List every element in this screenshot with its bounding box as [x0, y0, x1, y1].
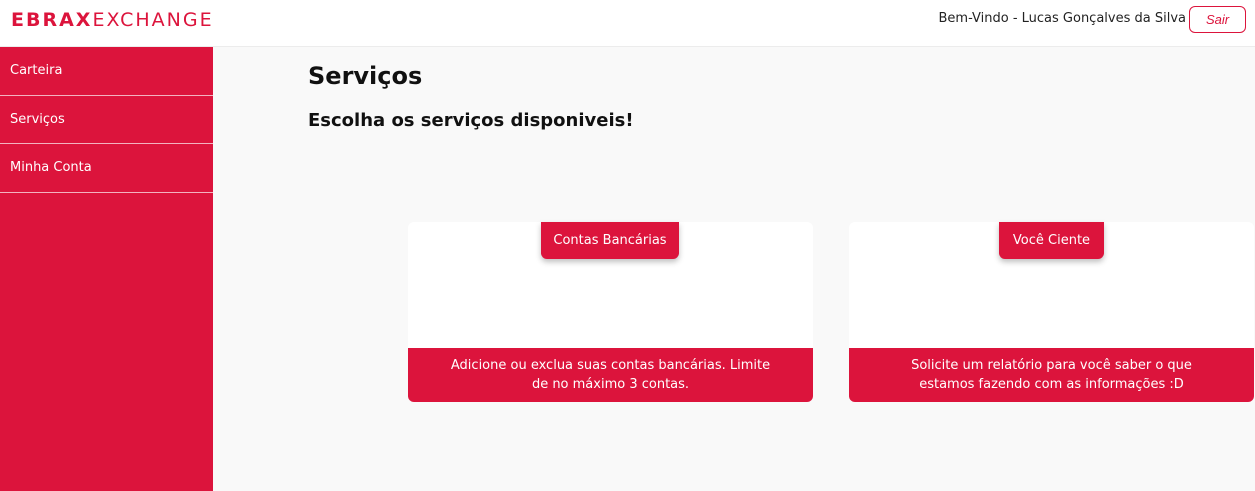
logo-light-text: EXCHANGE [92, 9, 214, 31]
page-subtitle: Escolha os serviços disponiveis! [308, 110, 634, 131]
service-card-voce-ciente[interactable]: Você Ciente Solicite um relatório para v… [849, 222, 1254, 402]
welcome-message: Bem-Vindo - Lucas Gonçalves da Silva [938, 11, 1186, 26]
logo-bold-text: EBRAX [11, 9, 93, 31]
card-description: Adicione ou exclua suas contas bancárias… [408, 348, 813, 402]
service-card-contas-bancarias[interactable]: Contas Bancárias Adicione ou exclua suas… [408, 222, 813, 402]
logout-button[interactable]: Sair [1189, 6, 1246, 33]
top-bar: EBRAXEXCHANGE Bem-Vindo - Lucas Gonçalve… [0, 0, 1255, 47]
sidebar-item-minha-conta[interactable]: Minha Conta [0, 144, 213, 193]
card-description: Solicite um relatório para você saber o … [849, 348, 1254, 402]
page-title: Serviços [308, 62, 423, 90]
card-title-button[interactable]: Contas Bancárias [541, 222, 679, 259]
sidebar-item-carteira[interactable]: Carteira [0, 47, 213, 96]
app-logo[interactable]: EBRAXEXCHANGE [11, 9, 214, 31]
main-content: Serviços Escolha os serviços disponiveis… [213, 47, 1255, 491]
sidebar: Carteira Serviços Minha Conta [0, 47, 213, 491]
card-title-button[interactable]: Você Ciente [999, 222, 1104, 259]
sidebar-item-servicos[interactable]: Serviços [0, 96, 213, 144]
